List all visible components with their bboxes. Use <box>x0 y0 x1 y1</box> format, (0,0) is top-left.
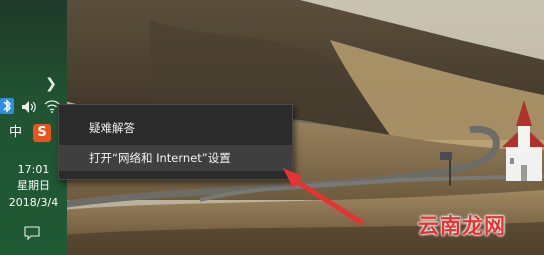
clock-weekday[interactable]: 星期日 <box>0 179 67 192</box>
taskbar: ❯ 中 S 17:01 星期日 2018/3/4 <box>0 0 67 255</box>
show-hidden-icons-chevron-icon[interactable]: ❯ <box>44 76 58 92</box>
clock-date[interactable]: 2018/3/4 <box>0 196 67 209</box>
volume-icon[interactable] <box>20 99 38 115</box>
menu-item-troubleshoot[interactable]: 疑难解答 <box>59 115 292 141</box>
clock-time[interactable]: 17:01 <box>0 163 67 176</box>
watermark-logo: 云南龙网 <box>418 214 506 238</box>
sogou-ime-icon[interactable]: S <box>33 124 51 142</box>
network-context-menu: 疑难解答 打开“网络和 Internet”设置 <box>58 104 293 180</box>
action-center-icon[interactable] <box>24 226 40 240</box>
menu-item-open-network-settings[interactable]: 打开“网络和 Internet”设置 <box>59 145 292 171</box>
input-mode-indicator[interactable]: 中 <box>9 125 22 141</box>
bluetooth-icon[interactable] <box>0 98 14 114</box>
